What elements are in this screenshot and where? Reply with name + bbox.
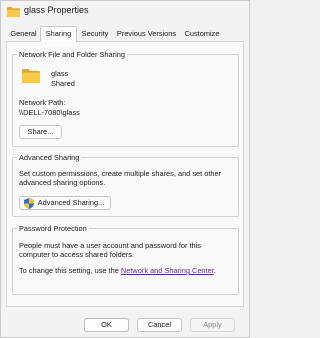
properties-window: glass Properties General Sharing Securit… <box>0 0 250 338</box>
advanced-sharing-desc-1: Set custom permissions, create multiple … <box>19 169 222 178</box>
password-protection-title: Password Protection <box>17 224 89 233</box>
tab-security[interactable]: Security <box>78 27 112 41</box>
folder-icon <box>22 69 40 83</box>
network-path-value: \\DELL-7080\glass <box>19 108 80 117</box>
network-sharing-title: Network File and Folder Sharing <box>17 50 127 59</box>
password-desc-1: People must have a user account and pass… <box>19 241 201 250</box>
folder-status: Shared <box>51 79 75 88</box>
title-bar[interactable]: glass Properties <box>1 1 249 23</box>
tab-sharing[interactable]: Sharing <box>40 26 77 42</box>
tab-general[interactable]: General <box>7 27 40 41</box>
tab-customize[interactable]: Customize <box>181 27 223 41</box>
network-sharing-group: Network File and Folder Sharing glass Sh… <box>12 50 239 147</box>
sharing-panel: Network File and Folder Sharing glass Sh… <box>6 41 244 307</box>
password-change-line: To change this setting, use the Network … <box>19 266 216 275</box>
window-title: glass Properties <box>24 5 89 15</box>
network-path-label: Network Path: <box>19 98 66 107</box>
password-desc-2: computer to access shared folders. <box>19 250 135 259</box>
advanced-sharing-group: Advanced Sharing Set custom permissions,… <box>12 153 239 217</box>
advanced-sharing-desc-2: advanced sharing options. <box>19 178 106 187</box>
folder-name: glass <box>51 69 69 78</box>
share-button[interactable]: Share... <box>19 125 62 139</box>
apply-button[interactable]: Apply <box>190 318 235 332</box>
password-change-suffix: . <box>213 266 216 275</box>
shield-icon <box>24 198 34 209</box>
password-protection-group: Password Protection People must have a u… <box>12 224 239 295</box>
advanced-sharing-button-label: Advanced Sharing... <box>37 198 105 207</box>
advanced-sharing-title: Advanced Sharing <box>17 153 82 162</box>
network-sharing-center-link[interactable]: Network and Sharing Center <box>121 266 214 275</box>
advanced-sharing-button[interactable]: Advanced Sharing... <box>19 196 111 210</box>
folder-icon <box>7 7 20 17</box>
tab-previous-versions[interactable]: Previous Versions <box>113 27 180 41</box>
password-change-text: To change this setting, use the <box>19 266 119 275</box>
ok-button[interactable]: OK <box>84 318 129 332</box>
cancel-button[interactable]: Cancel <box>137 318 182 332</box>
